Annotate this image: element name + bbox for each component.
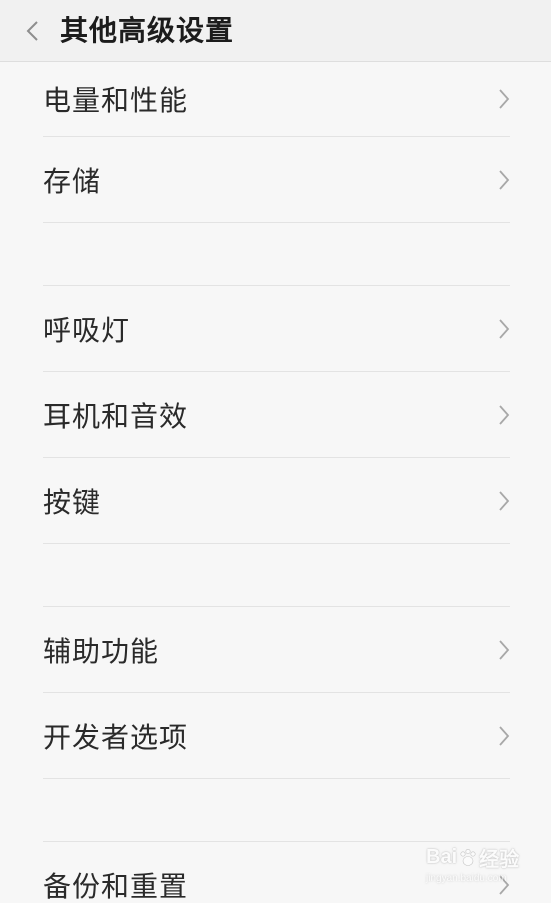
settings-item-label: 存储 — [43, 164, 102, 198]
settings-item-notification-light[interactable]: 呼吸灯 — [43, 286, 510, 372]
settings-item-buttons[interactable]: 按键 — [43, 458, 510, 544]
settings-item-label: 耳机和音效 — [43, 399, 189, 433]
settings-item-storage[interactable]: 存储 — [43, 137, 510, 223]
baidu-jingyan-watermark: Bai 经验 jingyan.baidu.com — [426, 843, 521, 889]
settings-group-1: 电量和性能 存储 — [0, 62, 551, 223]
settings-list: 电量和性能 存储 呼吸灯 耳机和音效 按键 辅助功能 开发者选项 备份和重置 — [0, 62, 551, 903]
settings-item-developer-options[interactable]: 开发者选项 — [43, 693, 510, 779]
group-spacer — [43, 779, 510, 842]
settings-item-label: 辅助功能 — [43, 634, 160, 668]
page-title: 其他高级设置 — [60, 14, 235, 47]
back-button[interactable] — [18, 16, 46, 46]
chevron-right-icon — [498, 639, 510, 661]
settings-item-label: 电量和性能 — [43, 84, 189, 117]
chevron-right-icon — [498, 490, 510, 512]
back-arrow-icon — [26, 21, 38, 41]
chevron-right-icon — [498, 169, 510, 191]
chevron-right-icon — [498, 404, 510, 426]
settings-item-label: 按键 — [43, 485, 102, 519]
settings-screen: 其他高级设置 电量和性能 存储 呼吸灯 耳机和音效 按键 辅助功能 开发者选项 … — [0, 0, 551, 903]
settings-group-3: 辅助功能 开发者选项 — [0, 607, 551, 779]
settings-item-label: 开发者选项 — [43, 720, 189, 754]
watermark-brand-left: Bai — [426, 846, 458, 868]
paw-icon — [460, 848, 476, 866]
chevron-right-icon — [498, 88, 510, 110]
watermark-brand-right: 经验 — [479, 849, 520, 871]
chevron-right-icon — [498, 725, 510, 747]
app-header: 其他高级设置 — [0, 0, 551, 62]
watermark-url: jingyan.baidu.com — [426, 873, 507, 884]
settings-item-label: 备份和重置 — [43, 869, 189, 903]
group-spacer — [43, 544, 510, 607]
settings-item-headphones-audio[interactable]: 耳机和音效 — [43, 372, 510, 458]
chevron-right-icon — [498, 318, 510, 340]
settings-group-2: 呼吸灯 耳机和音效 按键 — [0, 286, 551, 544]
group-spacer — [43, 223, 510, 286]
settings-item-battery-performance[interactable]: 电量和性能 — [43, 62, 510, 137]
watermark-logo: Bai 经验 — [426, 843, 521, 872]
settings-item-label: 呼吸灯 — [43, 313, 131, 347]
settings-item-accessibility[interactable]: 辅助功能 — [43, 607, 510, 693]
